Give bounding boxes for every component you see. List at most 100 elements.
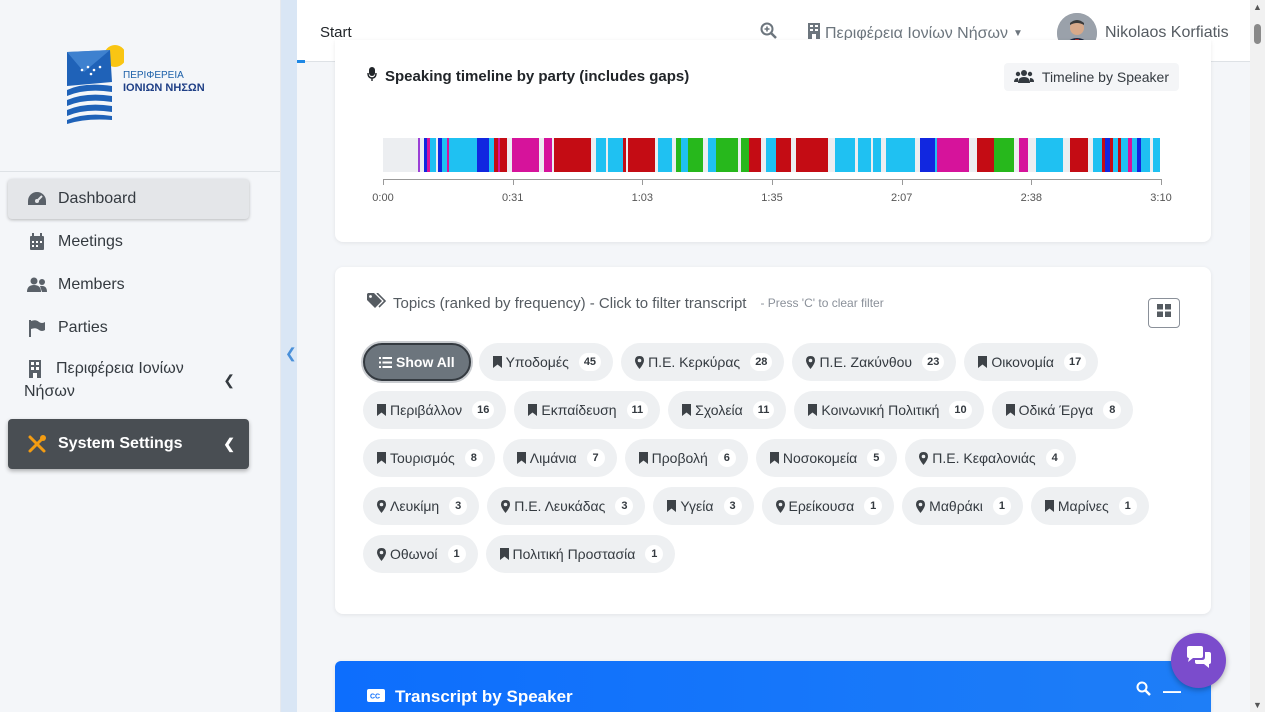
timeline-tick: [642, 179, 644, 185]
topic-chip[interactable]: Λιμάνια 7: [502, 439, 617, 477]
timeline-tick: [772, 179, 773, 185]
timeline-segment[interactable]: [741, 138, 749, 172]
start-link[interactable]: Start: [320, 24, 352, 41]
topic-chip[interactable]: Μαθράκι 1: [902, 487, 1023, 525]
timeline-segment[interactable]: [657, 138, 673, 172]
topic-chip[interactable]: Σχολεία 11: [668, 391, 787, 429]
timeline-segment[interactable]: [873, 138, 881, 172]
sidebar-item-region[interactable]: Περιφέρεια Ιονίων Νήσων ❮: [8, 351, 249, 411]
timeline-segment[interactable]: [715, 138, 738, 172]
search-icon[interactable]: [1136, 681, 1151, 701]
grid-view-button[interactable]: [1148, 298, 1180, 328]
page-scrollbar[interactable]: ▲ ▼: [1250, 0, 1265, 712]
topic-chip[interactable]: Νοσοκομεία 5: [755, 439, 898, 477]
timeline-segment[interactable]: [681, 138, 689, 172]
topic-chip[interactable]: Π.Ε. Κερκύρας 28: [621, 343, 785, 381]
timeline-segment[interactable]: [476, 138, 489, 172]
topic-chip[interactable]: Εκπαίδευση 11: [514, 391, 661, 429]
timeline-segment[interactable]: [1035, 138, 1063, 172]
topic-label: Πολιτική Προστασία: [512, 546, 636, 562]
timeline-segment[interactable]: [512, 138, 540, 172]
sidebar-item-members[interactable]: Members: [8, 265, 249, 305]
sidebar-item-meetings[interactable]: Meetings: [8, 222, 249, 262]
topic-chip[interactable]: Πολιτική Προστασία 1: [485, 535, 676, 573]
timeline-segment[interactable]: [708, 138, 716, 172]
calendar-icon: [26, 233, 48, 251]
topic-chip[interactable]: Οικονομία 17: [964, 343, 1099, 381]
topic-label: Εκπαίδευση: [541, 402, 617, 418]
bookmark-icon: [808, 404, 818, 416]
timeline-segment[interactable]: [969, 138, 977, 172]
timeline-segment[interactable]: [608, 138, 624, 172]
timeline-segment[interactable]: [937, 138, 970, 172]
topic-label: Π.Ε. Ζακύνθου: [819, 354, 913, 370]
timeline-segment[interactable]: [885, 138, 916, 172]
timeline-segment[interactable]: [835, 138, 855, 172]
timeline-segment[interactable]: [766, 138, 776, 172]
sidebar-nav: Dashboard Meetings Members Parties Περιφ…: [8, 179, 249, 472]
scrollbar-thumb[interactable]: [1254, 24, 1261, 44]
region-logo[interactable]: [64, 42, 126, 129]
collapse-button[interactable]: —: [1163, 681, 1181, 702]
topic-chip[interactable]: Οθωνοί 1: [363, 535, 478, 573]
timeline-segment[interactable]: [499, 138, 508, 172]
topic-chip[interactable]: Π.Ε. Λευκάδας 3: [487, 487, 646, 525]
timeline-segment[interactable]: [976, 138, 994, 172]
sidebar-item-system-settings[interactable]: System Settings ❮: [8, 419, 249, 469]
topic-chip[interactable]: Τουρισμός 8: [363, 439, 495, 477]
sidebar-item-label: System Settings: [58, 435, 183, 452]
topic-chip[interactable]: Π.Ε. Κεφαλονιάς 4: [905, 439, 1076, 477]
topic-chip[interactable]: Προβολή 6: [624, 439, 748, 477]
party-timeline-bar[interactable]: [383, 138, 1161, 172]
map-marker-icon: [377, 499, 386, 513]
timeline-segment[interactable]: [1018, 138, 1029, 172]
timeline-segment[interactable]: [1063, 138, 1071, 172]
timeline-segment[interactable]: [858, 138, 871, 172]
timeline-segment[interactable]: [544, 138, 552, 172]
timeline-segment[interactable]: [775, 138, 791, 172]
timeline-segment[interactable]: [1140, 138, 1151, 172]
flag-icon: [26, 319, 48, 337]
timeline-segment[interactable]: [449, 138, 477, 172]
timeline-segment[interactable]: [1152, 138, 1161, 172]
timeline-segment[interactable]: [795, 138, 828, 172]
timeline-segment[interactable]: [748, 138, 762, 172]
topic-chip[interactable]: Περιβάλλον 16: [363, 391, 507, 429]
chat-button[interactable]: [1171, 633, 1226, 688]
scroll-down-icon[interactable]: ▼: [1253, 700, 1262, 710]
timeline-segment[interactable]: [827, 138, 836, 172]
timeline-segment[interactable]: [1120, 138, 1129, 172]
timeline-segment[interactable]: [554, 138, 592, 172]
map-marker-icon: [806, 355, 816, 369]
timeline-card: Speaking timeline by party (includes gap…: [335, 40, 1211, 242]
show-all-button[interactable]: Show All: [363, 343, 471, 381]
timeline-segment[interactable]: [1092, 138, 1103, 172]
timeline-segment[interactable]: [628, 138, 656, 172]
topic-chip[interactable]: Υγεία 3: [653, 487, 754, 525]
sidebar-item-dashboard[interactable]: Dashboard: [8, 179, 249, 219]
topic-chip[interactable]: Υποδομές 45: [478, 343, 614, 381]
timeline-segment[interactable]: [1070, 138, 1088, 172]
timeline-tick: [1161, 179, 1162, 185]
scroll-up-icon[interactable]: ▲: [1253, 2, 1262, 12]
timeline-segment[interactable]: [688, 138, 704, 172]
topic-chip[interactable]: Ερείκουσα 1: [761, 487, 895, 525]
sidebar-collapse-toggle[interactable]: ❮: [281, 0, 297, 712]
topic-label: Π.Ε. Κεφαλονιάς: [932, 450, 1036, 466]
transcript-title: Transcript by Speaker: [395, 687, 573, 706]
topic-chip[interactable]: Π.Ε. Ζακύνθου 23: [792, 343, 957, 381]
topic-chip[interactable]: Κοινωνική Πολιτική 10: [794, 391, 984, 429]
timeline-segment[interactable]: [1028, 138, 1036, 172]
sidebar-item-parties[interactable]: Parties: [8, 308, 249, 348]
topic-label: Νοσοκομεία: [782, 450, 858, 466]
tools-icon: [26, 435, 48, 453]
timeline-segment[interactable]: [383, 138, 418, 172]
timeline-segment[interactable]: [920, 138, 935, 172]
timeline-segment[interactable]: [596, 138, 606, 172]
timeline-by-speaker-button[interactable]: Timeline by Speaker: [1003, 63, 1179, 91]
timeline-segment[interactable]: [993, 138, 1014, 172]
topic-chip[interactable]: Οδικά Έργα 8: [991, 391, 1134, 429]
topic-chip[interactable]: Λευκίμη 3: [363, 487, 480, 525]
topic-chip[interactable]: Μαρίνες 1: [1030, 487, 1149, 525]
timeline-tick: [901, 179, 903, 185]
